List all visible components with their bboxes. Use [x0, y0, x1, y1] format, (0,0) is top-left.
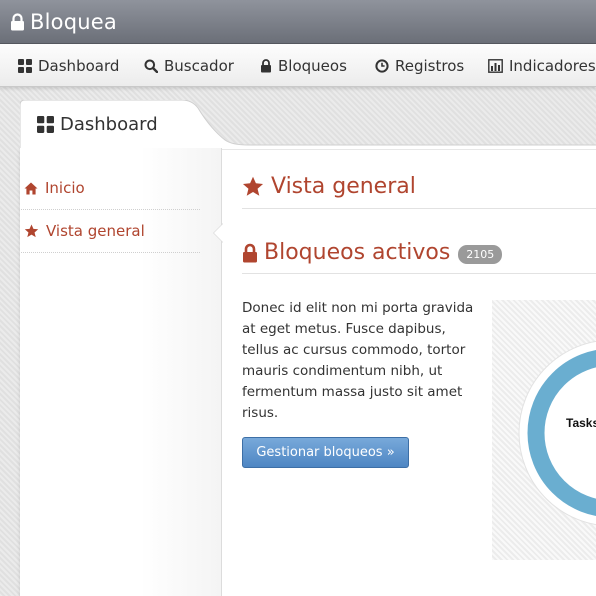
dashboard-icon — [37, 116, 54, 133]
nav-item-label: Dashboard — [38, 57, 120, 75]
star-icon — [24, 224, 39, 238]
tab-dashboard-content: Dashboard — [37, 114, 158, 135]
lock-icon — [243, 243, 257, 262]
sidebar-item-label: Inicio — [45, 179, 85, 197]
lock-icon — [261, 59, 271, 73]
description-text: Donec id elit non mi porta gravida at eg… — [242, 300, 474, 421]
dashboard-icon — [18, 59, 32, 73]
star-icon — [242, 176, 264, 196]
search-icon — [144, 59, 158, 73]
nav-item-label: Registros — [395, 57, 465, 75]
main-nav: Dashboard Buscador Bloqueos Registros In… — [0, 44, 596, 87]
gestionar-bloqueos-button[interactable]: Gestionar bloqueos » — [242, 437, 409, 468]
sidebar-item-inicio[interactable]: Inicio — [21, 167, 200, 210]
home-icon — [24, 182, 38, 194]
sidebar-item-label: Vista general — [46, 222, 145, 240]
count-badge: 2105 — [458, 245, 503, 264]
lock-icon — [11, 12, 24, 30]
donut-chart — [518, 340, 596, 526]
nav-item-label: Buscador — [164, 57, 234, 75]
tab-dashboard[interactable]: Dashboard — [20, 100, 596, 150]
nav-item-indicadores[interactable]: Indicadores — [488, 57, 596, 75]
nav-item-dashboard[interactable]: Dashboard — [18, 57, 119, 75]
nav-item-label: Bloqueos — [278, 57, 347, 75]
bar-chart-icon — [488, 59, 503, 73]
divider — [242, 273, 596, 274]
tab-label: Dashboard — [60, 114, 158, 135]
app-title: Bloquea — [30, 9, 117, 34]
clock-icon — [375, 59, 389, 73]
page-title: Vista general — [242, 174, 416, 199]
section-title-text: Bloqueos activos — [264, 240, 451, 265]
divider — [242, 208, 596, 209]
app-titlebar: Bloquea — [0, 0, 596, 44]
sidebar-item-vista-general[interactable]: Vista general — [21, 210, 200, 253]
nav-item-registros[interactable]: Registros — [375, 57, 464, 75]
nav-item-label: Indicadores — [509, 57, 596, 75]
page-title-text: Vista general — [271, 174, 416, 199]
nav-item-bloqueos[interactable]: Bloqueos — [260, 57, 347, 75]
active-indicator — [214, 224, 223, 242]
chart-center-label: Tasks — [566, 416, 596, 430]
nav-item-buscador[interactable]: Buscador — [144, 57, 234, 75]
section-title: Bloqueos activos 2105 — [242, 240, 503, 265]
